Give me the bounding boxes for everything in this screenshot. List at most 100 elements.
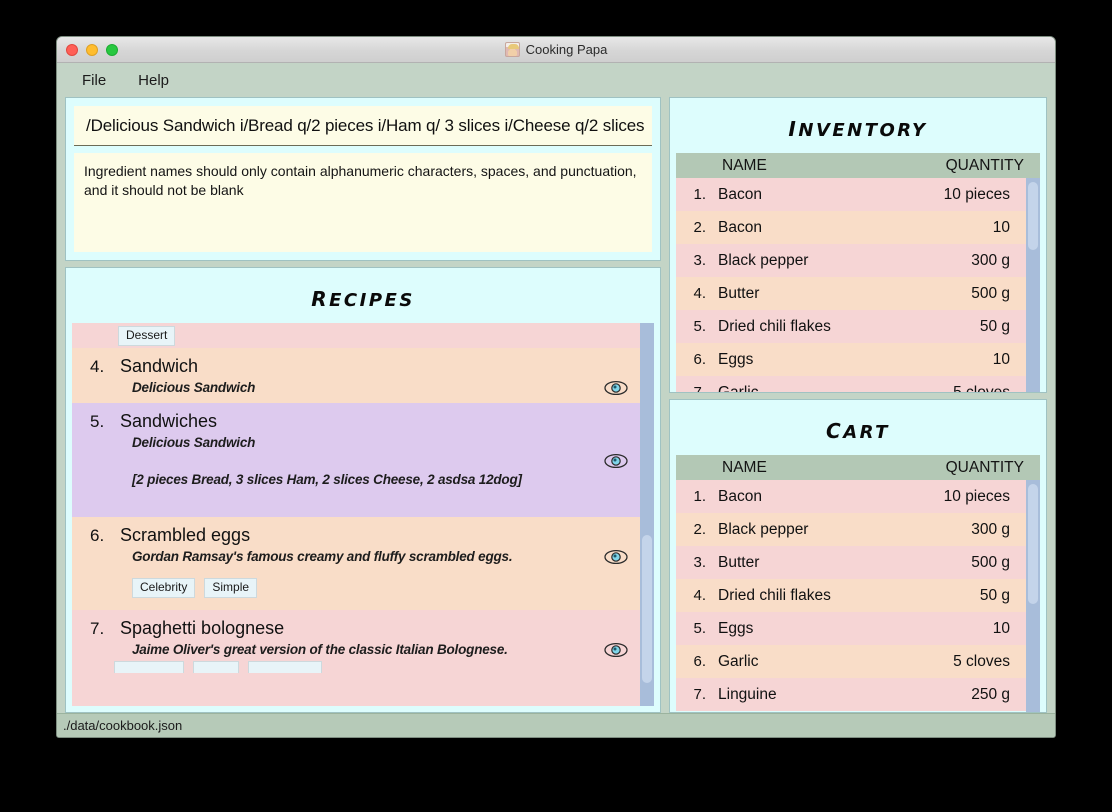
title-bar: Cooking Papa — [57, 37, 1055, 63]
recipe-header: 5. Sandwiches — [90, 411, 596, 432]
row-index: 1. — [693, 186, 706, 203]
recipe-name: Scrambled eggs — [120, 525, 251, 545]
table-row[interactable]: 4. Butter 500 g — [676, 277, 1026, 310]
status-bar: ./data/cookbook.json — [57, 713, 1055, 737]
eye-icon[interactable] — [604, 549, 628, 565]
recipe-list-item[interactable]: 7. Spaghetti bolognese Jaime Oliver's gr… — [72, 610, 640, 662]
recipe-index: 7. — [90, 619, 105, 639]
recipe-list-item-selected[interactable]: 5. Sandwiches Delicious Sandwich [2 piec… — [72, 403, 640, 517]
recipe-command-input[interactable] — [74, 115, 652, 136]
title-bar-center: Cooking Papa — [57, 42, 1055, 57]
row-index: 5. — [693, 318, 706, 335]
table-row[interactable]: 2. Black pepper 300 g — [676, 513, 1026, 546]
row-quantity: 250 g — [971, 685, 1010, 703]
recipes-scrollbar[interactable] — [640, 323, 654, 706]
row-quantity: 10 — [992, 350, 1010, 368]
recipe-list-item[interactable]: 4. Sandwich Delicious Sandwich — [72, 348, 640, 403]
menu-bar: File Help — [57, 63, 1055, 97]
recipes-list: Dessert 4. Sandwich Delicious Sandwich 5… — [72, 323, 640, 706]
recipe-header: 7. Spaghetti bolognese — [90, 618, 596, 639]
column-header-quantity: QUANTITY — [945, 458, 1024, 476]
row-index: 5. — [693, 620, 706, 637]
table-row[interactable]: 5. Eggs 10 — [676, 612, 1026, 645]
row-quantity: 10 pieces — [943, 185, 1010, 203]
row-index: 7. — [676, 384, 718, 392]
recipes-scrollbar-thumb[interactable] — [642, 535, 652, 683]
cart-table-body-wrap: 1. Bacon 10 pieces 2. Black pepper 300 g… — [676, 480, 1040, 712]
cart-scrollbar-thumb[interactable] — [1028, 484, 1038, 604]
table-row[interactable]: 7. Garlic 5 cloves — [676, 376, 1026, 392]
window-title: Cooking Papa — [525, 42, 608, 57]
row-quantity: 5 cloves — [953, 383, 1010, 393]
close-window-button[interactable] — [66, 43, 78, 56]
recipe-index: 5. — [90, 412, 105, 431]
row-name: Garlic — [718, 652, 759, 670]
row-name: Black pepper — [718, 520, 809, 538]
recipe-tag[interactable]: Simple — [204, 578, 258, 599]
row-index: 6. — [693, 653, 706, 670]
eye-icon[interactable] — [604, 380, 628, 396]
recipe-description: Jaime Oliver's great version of the clas… — [132, 642, 508, 658]
table-row[interactable]: 3. Black pepper 300 g — [676, 244, 1026, 277]
row-name: Bacon — [718, 185, 762, 203]
table-row[interactable]: 7. Linguine 250 g — [676, 678, 1026, 711]
cart-scrollbar[interactable] — [1026, 480, 1040, 712]
inventory-scrollbar-thumb[interactable] — [1028, 182, 1038, 250]
inventory-scrollbar[interactable] — [1026, 178, 1040, 392]
row-index: 3. — [693, 252, 706, 269]
table-row[interactable]: 1. Bacon 10 pieces — [676, 480, 1026, 513]
table-row[interactable]: 1. Bacon 10 pieces — [676, 178, 1026, 211]
row-name: Dried chili flakes — [718, 586, 831, 604]
recipe-tag[interactable]: Celebrity — [132, 578, 196, 599]
column-header-name: NAME — [722, 156, 767, 174]
row-quantity: 300 g — [971, 520, 1010, 538]
recipe-list-item[interactable]: 6. Scrambled eggs Gordan Ramsay's famous… — [72, 517, 640, 611]
recipe-tag[interactable] — [193, 661, 239, 674]
recipe-tag-list: Celebrity Simple — [132, 578, 596, 599]
recipe-name: Sandwiches — [120, 411, 218, 431]
recipe-command-input-wrapper[interactable] — [74, 106, 652, 146]
window-controls — [57, 43, 118, 56]
table-row[interactable]: 6. Garlic 5 cloves — [676, 645, 1026, 678]
table-row[interactable]: 5. Dried chili flakes 50 g — [676, 310, 1026, 343]
recipe-index: 6. — [90, 526, 105, 545]
minimize-window-button[interactable] — [86, 43, 98, 56]
eye-icon[interactable] — [604, 642, 628, 658]
recipe-description: Delicious Sandwich — [132, 380, 256, 395]
table-row[interactable]: 3. Butter 500 g — [676, 546, 1026, 579]
row-index: 4. — [693, 587, 706, 604]
row-quantity: 10 — [992, 619, 1010, 637]
content-area: Ingredient names should only contain alp… — [57, 97, 1055, 713]
row-quantity: 50 g — [979, 317, 1010, 335]
column-header-name: NAME — [722, 458, 767, 476]
row-quantity: 300 g — [971, 251, 1010, 269]
application-window: Cooking Papa File Help Ingredient names … — [56, 36, 1056, 738]
recipe-tag[interactable] — [248, 661, 322, 674]
row-name: Butter — [718, 553, 760, 571]
recipe-name: Sandwich — [120, 356, 199, 376]
recipe-description: Gordan Ramsay's famous creamy and fluffy… — [132, 549, 513, 564]
menu-item-help[interactable]: Help — [131, 69, 176, 92]
validation-error-message: Ingredient names should only contain alp… — [74, 153, 652, 252]
inventory-table: NAME QUANTITY 1. Bacon 10 pieces 2. Baco… — [676, 153, 1040, 392]
table-row[interactable]: 2. Bacon 10 — [676, 211, 1026, 244]
maximize-window-button[interactable] — [106, 43, 118, 56]
row-index: 4. — [693, 285, 706, 302]
table-row[interactable]: 4. Dried chili flakes 50 g — [676, 579, 1026, 612]
menu-item-file[interactable]: File — [75, 69, 113, 92]
row-index: 7. — [693, 686, 706, 703]
row-name: Eggs — [718, 350, 754, 368]
eye-icon[interactable] — [604, 453, 628, 469]
cart-table-body: 1. Bacon 10 pieces 2. Black pepper 300 g… — [676, 480, 1026, 712]
inventory-table-body: 1. Bacon 10 pieces 2. Bacon 10 3. Black … — [676, 178, 1026, 392]
row-quantity: 10 — [992, 218, 1010, 236]
cart-table-header: NAME QUANTITY — [676, 455, 1040, 480]
cart-panel: Cart NAME QUANTITY 1. Bacon 10 pieces — [669, 399, 1047, 713]
recipe-description: Delicious Sandwich — [132, 435, 256, 450]
row-name: Bacon — [718, 218, 762, 236]
table-row[interactable]: 6. Eggs 10 — [676, 343, 1026, 376]
recipe-tag[interactable]: Dessert — [118, 326, 176, 347]
recipe-tag[interactable] — [114, 661, 184, 674]
status-bar-file-path: ./data/cookbook.json — [63, 718, 183, 733]
row-name: Garlic — [718, 383, 759, 393]
